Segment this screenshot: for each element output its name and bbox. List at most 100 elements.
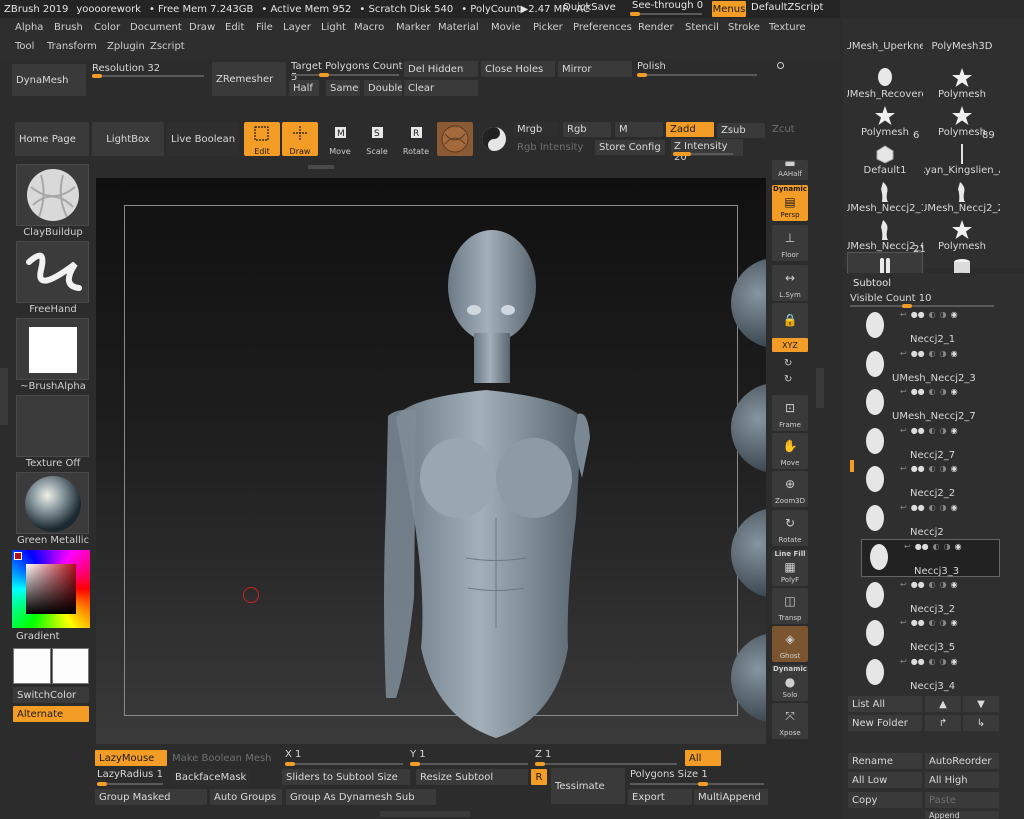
subtool-controls[interactable]: ↩ ●● ◐ ◑ ◉ [904, 542, 962, 551]
all-axes-button[interactable]: All [685, 750, 721, 766]
m-button[interactable]: M [615, 122, 663, 137]
menu-transform[interactable]: Transform [44, 40, 100, 53]
tool-zoom3d-button[interactable]: ⊕ Zoom3D [772, 471, 808, 507]
auto-groups-button[interactable]: Auto Groups [210, 789, 282, 805]
paint-icon[interactable]: ◑ [944, 542, 951, 551]
menu-draw[interactable]: Draw [186, 21, 218, 34]
menu-edit[interactable]: Edit [222, 21, 247, 34]
eye-icon[interactable]: ◉ [951, 426, 958, 435]
arrow-icon[interactable]: ↩ [900, 464, 907, 473]
menu-stencil[interactable]: Stencil [682, 21, 722, 34]
edit-mode-button[interactable]: Edit [244, 122, 280, 156]
tool-thumbnail[interactable]: Default1 [847, 138, 923, 176]
arrow-icon[interactable]: ↩ [900, 503, 907, 512]
menu-light[interactable]: Light [318, 21, 349, 34]
del-hidden-button[interactable]: Del Hidden [404, 61, 478, 77]
tool-rotate-button[interactable]: ↻ Rotate [772, 510, 808, 546]
stroke-thumbnail[interactable] [16, 241, 89, 303]
secondary-color-swatch[interactable] [52, 648, 89, 684]
eye-icon[interactable]: ◉ [951, 349, 958, 358]
close-holes-button[interactable]: Close Holes [481, 61, 555, 77]
see-through-slider[interactable]: See-through 0 [628, 0, 708, 17]
tessimate-button[interactable]: Tessimate [551, 768, 625, 804]
quicksave-button[interactable]: QuickSave [563, 2, 616, 13]
menu-marker[interactable]: Marker [393, 21, 434, 34]
menu-brush[interactable]: Brush [51, 21, 86, 34]
zscript-name[interactable]: DefaultZScript [751, 2, 823, 13]
toggle-icon[interactable]: ●● [911, 618, 925, 627]
lock-sub-icon[interactable]: ◐ [929, 387, 936, 396]
menu-texture[interactable]: Texture [766, 21, 809, 34]
lightbox-button[interactable]: LightBox [92, 122, 164, 156]
tool-thumbnail[interactable]: UMesh_Neccj2_2 [924, 176, 1000, 214]
y-slider[interactable]: Y 1 [408, 748, 532, 766]
group-as-dynamesh-sub-button[interactable]: Group As Dynamesh Sub [286, 789, 436, 805]
eye-icon[interactable]: ◉ [951, 580, 958, 589]
material-thumbnail[interactable] [16, 472, 89, 534]
arrow-icon[interactable]: ↩ [900, 426, 907, 435]
menu-color[interactable]: Color [91, 21, 123, 34]
eye-icon[interactable]: ◉ [951, 657, 958, 666]
visible-count-slider[interactable]: Visible Count 10 [848, 292, 998, 308]
menu-layer[interactable]: Layer [280, 21, 314, 34]
menu-picker[interactable]: Picker [530, 21, 566, 34]
tool-lock-button[interactable]: 🔒 [772, 303, 808, 339]
subtool-item[interactable]: ↩ ●● ◐ ◑ ◉ Neccj2_7 [858, 424, 1000, 462]
append-button[interactable]: Append [925, 811, 999, 819]
toggle-icon[interactable]: ●● [911, 387, 925, 396]
eye-icon[interactable]: ◉ [951, 503, 958, 512]
toggle-icon[interactable]: ●● [915, 542, 929, 551]
move-up-folder-button[interactable]: ↱ [925, 715, 961, 731]
new-folder-button[interactable]: New Folder [848, 715, 922, 731]
eye-icon[interactable]: ◉ [951, 618, 958, 627]
rgb-intensity-slider[interactable]: Rgb Intensity [513, 140, 595, 155]
resize-subtool-button[interactable]: Resize Subtool [416, 769, 528, 785]
polygons-size-slider[interactable]: Polygons Size 1 [628, 768, 768, 786]
make-boolean-mesh-button[interactable]: Make Boolean Mesh [168, 750, 280, 766]
tool-solo-button[interactable]: Dynamic ● Solo [772, 665, 808, 701]
auto-reorder-button[interactable]: AutoReorder [925, 753, 999, 769]
subtool-item[interactable]: ↩ ●● ◐ ◑ ◉ Neccj3_4 [858, 655, 1000, 693]
left-tray-toggle-icon[interactable] [0, 405, 8, 425]
subtool-controls[interactable]: ↩ ●● ◐ ◑ ◉ [900, 426, 958, 435]
lock-sub-icon[interactable]: ◐ [933, 542, 940, 551]
arrow-icon[interactable]: ↩ [900, 349, 907, 358]
menu-preferences[interactable]: Preferences [570, 21, 635, 34]
subtool-scroll-marker[interactable] [850, 460, 854, 472]
menu-tool[interactable]: Tool [12, 40, 37, 53]
eye-icon[interactable]: ◉ [951, 387, 958, 396]
eye-icon[interactable]: ◉ [951, 464, 958, 473]
subtool-item[interactable]: ↩ ●● ◐ ◑ ◉ Neccj2_2 [858, 462, 1000, 500]
mirror-button[interactable]: Mirror [558, 61, 632, 77]
home-page-button[interactable]: Home Page [15, 122, 89, 156]
subtool-controls[interactable]: ↩ ●● ◐ ◑ ◉ [900, 310, 958, 319]
dynamesh-button[interactable]: DynaMesh [12, 64, 86, 96]
rotate-mode-button[interactable]: R Rotate [398, 122, 434, 156]
sliders-to-subtool-size-button[interactable]: Sliders to Subtool Size [282, 769, 410, 785]
toggle-icon[interactable]: ●● [911, 657, 925, 666]
arrow-icon[interactable]: ↩ [900, 387, 907, 396]
menu-stroke[interactable]: Stroke [725, 21, 763, 34]
subtool-controls[interactable]: ↩ ●● ◐ ◑ ◉ [900, 387, 958, 396]
zcut-button[interactable]: Zcut [768, 122, 808, 137]
move-up-button[interactable]: ▲ [925, 696, 961, 712]
reset-r-button[interactable]: R [531, 769, 547, 785]
subtool-controls[interactable]: ↩ ●● ◐ ◑ ◉ [900, 464, 958, 473]
subtool-controls[interactable]: ↩ ●● ◐ ◑ ◉ [900, 503, 958, 512]
lock-sub-icon[interactable]: ◐ [929, 464, 936, 473]
tool-thumbnail[interactable]: UMesh_Neccj2_6 [847, 214, 923, 252]
toggle-icon[interactable]: ●● [911, 580, 925, 589]
texture-thumbnail[interactable] [16, 395, 89, 457]
move-down-button[interactable]: ▼ [963, 696, 999, 712]
rename-button[interactable]: Rename [848, 753, 922, 769]
tool-thumbnail[interactable]: Polymesh [847, 100, 923, 138]
eye-icon[interactable]: ◉ [955, 542, 962, 551]
brush-thumbnail[interactable] [16, 164, 89, 226]
arrow-icon[interactable]: ↩ [900, 618, 907, 627]
menu-alpha[interactable]: Alpha [12, 21, 46, 34]
alternate-button[interactable]: Alternate [13, 706, 89, 722]
backface-mask-button[interactable]: BackfaceMask [171, 769, 249, 785]
z-slider[interactable]: Z 1 [533, 748, 681, 766]
menu-zscript[interactable]: Zscript [147, 40, 188, 53]
clear-button[interactable]: Clear [404, 80, 478, 96]
